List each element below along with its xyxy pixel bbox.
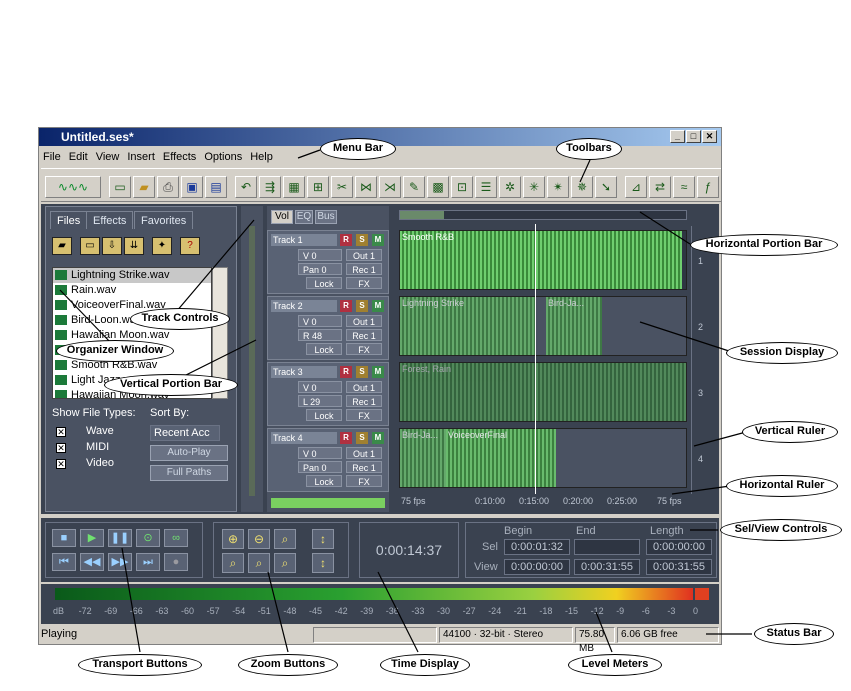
sel-view-controls-callout: Sel/View Controls bbox=[720, 519, 842, 541]
vertical-portion-bar-callout: Vertical Portion Bar bbox=[104, 374, 238, 396]
status-bar-callout: Status Bar bbox=[754, 623, 834, 645]
menu-bar-callout: Menu Bar bbox=[320, 138, 396, 160]
track-controls-callout: Track Controls bbox=[130, 308, 230, 330]
time-display-callout: Time Display bbox=[380, 654, 470, 676]
organizer-window-callout: Organizer Window bbox=[56, 340, 174, 362]
session-display-callout: Session Display bbox=[726, 342, 838, 364]
level-meters-callout: Level Meters bbox=[568, 654, 662, 676]
toolbars-callout: Toolbars bbox=[556, 138, 622, 160]
transport-buttons-callout: Transport Buttons bbox=[78, 654, 202, 676]
horizontal-portion-bar-callout: Horizontal Portion Bar bbox=[690, 234, 838, 256]
horizontal-ruler-callout: Horizontal Ruler bbox=[726, 475, 838, 497]
vertical-ruler-callout: Vertical Ruler bbox=[742, 421, 838, 443]
zoom-buttons-callout: Zoom Buttons bbox=[238, 654, 338, 676]
